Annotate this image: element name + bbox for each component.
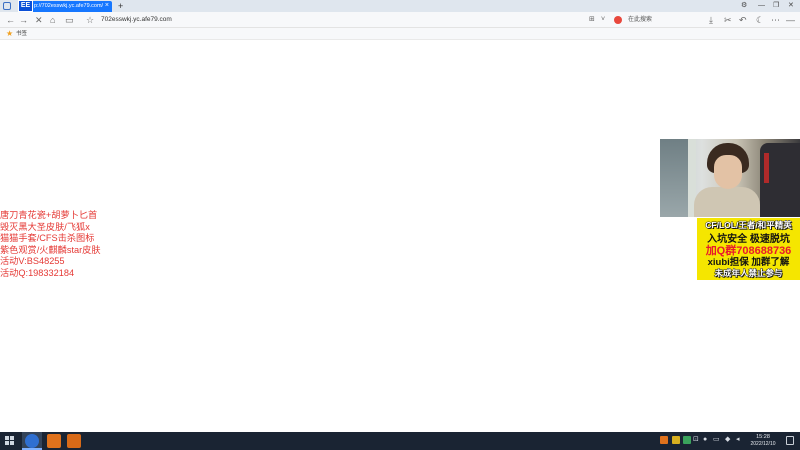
browser-app-icon[interactable] — [3, 2, 11, 10]
webcam-person-face — [714, 155, 742, 189]
promo-line: 猫猫手套/CFS击杀图标 — [0, 233, 95, 243]
address-bar[interactable]: 702esswkj.yc.afe79.com — [101, 16, 172, 24]
bookmarks-star-icon[interactable]: ★ — [6, 29, 13, 39]
search-placeholder: 在此搜索 — [628, 17, 653, 23]
settings-icon[interactable]: ⚙ — [741, 0, 747, 12]
tray-app-icon[interactable] — [683, 436, 691, 444]
network-icon[interactable]: ⊡ — [693, 435, 699, 445]
taskbar-browser-icon[interactable] — [25, 434, 39, 448]
search-engine-box[interactable]: 在此搜索 — [614, 15, 694, 25]
clock-time: 15:28 — [756, 434, 770, 440]
microphone-icon[interactable]: ● — [703, 435, 707, 445]
webcam-window-bg — [660, 139, 688, 217]
webcam-feed — [660, 139, 800, 217]
ad-line-age-warning: 未成年人禁止参与 — [714, 268, 783, 279]
promo-line: 紫色观赏/火麒麟star皮肤 — [0, 244, 101, 255]
stop-icon[interactable]: ✕ — [35, 14, 43, 26]
grid-icon[interactable]: ⊞ — [589, 14, 595, 26]
maximize-button[interactable]: ❐ — [773, 0, 779, 12]
promo-line: 活动Q:198332184 — [0, 267, 75, 278]
taskbar-app-icon[interactable] — [47, 434, 61, 448]
scissors-icon[interactable]: ✂ — [724, 14, 732, 26]
minimize-button[interactable]: — — [758, 0, 765, 12]
tray-app-icon[interactable] — [660, 436, 668, 444]
close-window-button[interactable]: ✕ — [788, 0, 794, 12]
tab-strip: EE p://702esswkj.yc.afe79.com/ × + ⚙ — ❐… — [0, 0, 800, 12]
webcam-chair-stripe — [764, 153, 769, 183]
promo-line: 毁灭黑大圣皮肤/飞狐x — [0, 221, 90, 232]
menu-icon[interactable]: — — [786, 14, 795, 26]
moon-icon[interactable]: ☾ — [756, 14, 764, 26]
bookmarks-label[interactable]: 书签 — [16, 30, 27, 38]
new-tab-button[interactable]: + — [118, 0, 123, 12]
home-icon[interactable]: ⌂ — [50, 14, 55, 26]
search-engine-icon — [614, 16, 622, 24]
download-icon[interactable]: ⤓ — [709, 14, 713, 26]
promo-line: 唐刀青花瓷+胡萝卜匕首 — [0, 210, 98, 220]
system-clock[interactable]: 15:28 2022/12/10 — [748, 434, 778, 448]
tray-app-icon[interactable] — [672, 436, 680, 444]
undo-icon[interactable]: ↶ — [739, 14, 747, 26]
taskbar: ⊡ ● ▭ ◆ ◂ 15:28 2022/12/10 — [0, 432, 800, 450]
forward-icon[interactable]: → — [19, 14, 28, 26]
clock-date: 2022/12/10 — [750, 441, 776, 447]
promo-text-overlay: 唐刀青花瓷+胡萝卜匕首 毁灭黑大圣皮肤/飞狐x 猫猫手套/CFS击杀图标 紫色观… — [0, 210, 140, 279]
tab-close-icon[interactable]: × — [105, 1, 109, 11]
tab-active[interactable]: EE p://702esswkj.yc.afe79.com/ × — [18, 0, 112, 12]
promo-line: 活动V:BS48255 — [0, 256, 65, 266]
volume-icon[interactable]: ◂ — [736, 435, 740, 445]
ad-panel: CF/LOL/王者/和平精英 入坑安全 极速脱坑 加Q群708688736 xi… — [697, 218, 800, 280]
security-icon[interactable]: ◆ — [725, 435, 730, 445]
ad-line-guarantee: xiubi担保 加群了解 — [707, 257, 790, 268]
reader-icon[interactable]: ▭ — [65, 14, 74, 26]
display-icon[interactable]: ▭ — [713, 435, 720, 445]
start-button[interactable] — [5, 436, 15, 446]
back-icon[interactable]: ← — [6, 14, 15, 26]
chevron-down-icon[interactable]: ˅ — [601, 14, 605, 26]
bookmarks-bar: ★ 书签 — [0, 28, 800, 40]
taskbar-app-icon[interactable] — [67, 434, 81, 448]
navigation-bar: ← → ✕ ⌂ ▭ ☆ 702esswkj.yc.afe79.com ⊞ ˅ 在… — [0, 12, 800, 28]
more-icon[interactable]: ⋯ — [771, 14, 780, 26]
tab-title: p://702esswkj.yc.afe79.com/ — [34, 3, 104, 9]
webcam-person-body — [694, 187, 760, 217]
notification-icon[interactable] — [786, 436, 794, 445]
site-logo-icon: EE — [18, 0, 33, 12]
bookmark-star-icon[interactable]: ☆ — [86, 14, 94, 26]
